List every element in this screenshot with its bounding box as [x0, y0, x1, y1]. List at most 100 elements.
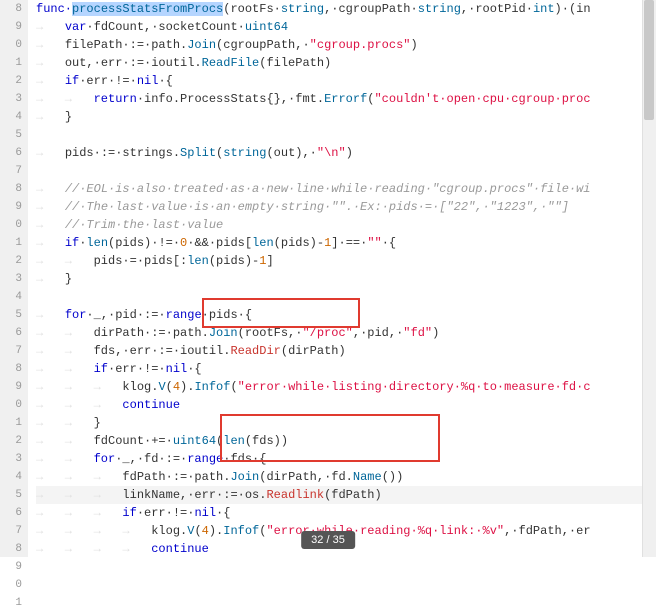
token: len [223, 434, 245, 448]
code-line[interactable]: → → dirPath·:=·path.Join(rootFs,·"/proc"… [36, 324, 656, 342]
token: ]·==· [331, 236, 367, 250]
code-line[interactable]: → → fds,·err·:=·ioutil.ReadDir(dirPath) [36, 342, 656, 360]
token: string [223, 146, 266, 160]
code-line[interactable]: → → pids·=·pids[:len(pids)-1] [36, 252, 656, 270]
code-editor[interactable]: 8901234567890123456789012345678901 func·… [0, 0, 656, 557]
token: ). [180, 380, 194, 394]
token: if [65, 236, 79, 250]
code-line[interactable]: → → if·err·!=·nil·{ [36, 360, 656, 378]
token: range [187, 452, 223, 466]
line-number: 1 [0, 594, 22, 612]
token: (fds)) [245, 434, 288, 448]
line-number: 9 [0, 198, 22, 216]
token: ·{ [216, 506, 230, 520]
token: ·info.ProcessStats{},·fmt. [137, 92, 324, 106]
code-line[interactable] [36, 162, 656, 180]
indent-whitespace: → → [36, 434, 94, 448]
token: "\n" [317, 146, 346, 160]
token: fds,·err·:=·i [94, 344, 188, 358]
code-line[interactable]: → filePath·:=·path.Join(cgroupPath,·"cgr… [36, 36, 656, 54]
token: Split [180, 146, 216, 160]
token: } [65, 110, 72, 124]
code-line[interactable]: → if·err·!=·nil·{ [36, 72, 656, 90]
code-area[interactable]: func·processStatsFromProcs(rootFs·string… [28, 0, 656, 557]
token: ,·rootPid· [461, 2, 533, 16]
scrollbar-thumb[interactable] [644, 0, 654, 120]
token: Join [187, 38, 216, 52]
code-line[interactable]: → → return·info.ProcessStats{},·fmt.Erro… [36, 90, 656, 108]
token: (fdPath) [324, 488, 382, 502]
token: if [94, 362, 108, 376]
code-line[interactable]: → → → continue [36, 396, 656, 414]
token: (dirPath) [281, 344, 346, 358]
line-number: 1 [0, 234, 22, 252]
token: (cgroupPath,· [216, 38, 310, 52]
token: pids·=·pids[: [94, 254, 188, 268]
indent-whitespace: → → [36, 344, 94, 358]
token: ) [346, 146, 353, 160]
line-number: 2 [0, 432, 22, 450]
indent-whitespace: → → [36, 416, 94, 430]
line-number: 2 [0, 72, 22, 90]
token: ·fdCount,·socketCount· [86, 20, 244, 34]
indent-whitespace: → [36, 20, 65, 34]
code-line[interactable]: → //·Trim·the·last·value [36, 216, 656, 234]
code-line[interactable]: → //·The·last·value·is·an·empty·string·"… [36, 198, 656, 216]
token: outil. [187, 344, 230, 358]
code-line[interactable]: → pids·:=·strings.Split(string(out),·"\n… [36, 144, 656, 162]
token: "couldn't·open·cpu·cgroup·proc [374, 92, 590, 106]
code-line[interactable]: func·processStatsFromProcs(rootFs·string… [36, 0, 656, 18]
code-line[interactable]: → if·len(pids)·!=·0·&&·pids[len(pids)-1]… [36, 234, 656, 252]
token: ( [194, 524, 201, 538]
code-line[interactable]: → → } [36, 414, 656, 432]
token: continue [122, 398, 180, 412]
indent-whitespace: → → → → [36, 542, 151, 556]
token: ·{ [187, 362, 201, 376]
line-number: 4 [0, 108, 22, 126]
line-number: 7 [0, 342, 22, 360]
token: if [122, 506, 136, 520]
code-line[interactable]: → → fdCount·+=·uint64(len(fds)) [36, 432, 656, 450]
line-number: 6 [0, 144, 22, 162]
token: ·pids·{ [202, 308, 252, 322]
line-number: 6 [0, 504, 22, 522]
line-number: 9 [0, 558, 22, 576]
token: ReadDir [230, 344, 280, 358]
code-line[interactable]: → //·EOL·is·also·treated·as·a·new·line·w… [36, 180, 656, 198]
token: klog. [151, 524, 187, 538]
indent-whitespace: → [36, 146, 65, 160]
code-line[interactable]: → → → klog.V(4).Infof("error·while·listi… [36, 378, 656, 396]
token: continue [151, 542, 209, 556]
indent-whitespace: → → [36, 92, 94, 106]
indent-whitespace: → [36, 272, 65, 286]
token: return [94, 92, 137, 106]
code-line[interactable] [36, 126, 656, 144]
indent-whitespace: → → [36, 362, 94, 376]
token: uint64 [173, 434, 216, 448]
token: (pids)- [274, 236, 324, 250]
token: "/proc" [302, 326, 352, 340]
token: if [65, 74, 79, 88]
token: pids·:=·strings. [65, 146, 180, 160]
token: ·{ [158, 74, 172, 88]
code-line[interactable]: → } [36, 270, 656, 288]
token: ·_,·fd·:=· [115, 452, 187, 466]
line-number: 7 [0, 522, 22, 540]
line-number: 3 [0, 90, 22, 108]
indent-whitespace: → [36, 110, 65, 124]
token: //·The·last·value·is·an·empty·string·"".… [65, 200, 569, 214]
code-line[interactable] [36, 288, 656, 306]
vertical-scrollbar[interactable] [642, 0, 656, 557]
token: klog. [122, 380, 158, 394]
token: ·err·!=· [137, 506, 195, 520]
code-line[interactable]: → → → linkName,·err·:=·os.Readlink(fdPat… [36, 486, 656, 504]
indent-whitespace: → → [36, 254, 94, 268]
code-line[interactable]: → var·fdCount,·socketCount·uint64 [36, 18, 656, 36]
code-line[interactable]: → } [36, 108, 656, 126]
code-line[interactable]: → → → if·err·!=·nil·{ [36, 504, 656, 522]
token: ( [166, 380, 173, 394]
code-line[interactable]: → out,·err·:=·ioutil.ReadFile(filePath) [36, 54, 656, 72]
code-line[interactable]: → → for·_,·fd·:=·range·fds·{ [36, 450, 656, 468]
code-line[interactable]: → for·_,·pid·:=·range·pids·{ [36, 306, 656, 324]
code-line[interactable]: → → → fdPath·:=·path.Join(dirPath,·fd.Na… [36, 468, 656, 486]
